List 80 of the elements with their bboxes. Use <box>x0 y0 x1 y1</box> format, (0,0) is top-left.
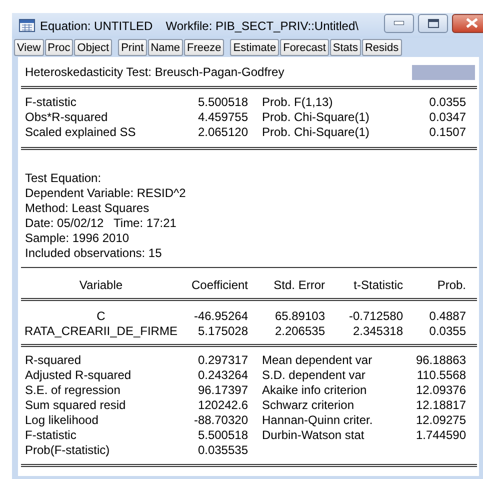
stat-label: S.D. dependent var <box>261 368 366 383</box>
table-cell-text: C <box>96 309 106 324</box>
stat-value: 96.18863 <box>414 353 467 368</box>
info-line: Test Equation: <box>25 171 102 186</box>
table-cell-text: -46.95264 <box>192 309 248 324</box>
column-header: Prob. <box>436 278 467 293</box>
workfile-title: Workfile: PIB_SECT_PRIV::Untitled\ <box>166 18 358 32</box>
stat-value: 12.09376 <box>414 383 467 398</box>
stat-value: 12.09275 <box>414 413 467 428</box>
maximize-button[interactable] <box>418 14 448 32</box>
prob-value: 0.1507 <box>428 125 467 140</box>
table-cell-text: 2.206535 <box>274 324 326 339</box>
prob-value: 0.0347 <box>428 110 467 125</box>
stat-value: 110.5568 <box>416 368 467 383</box>
column-header: Variable <box>78 278 124 293</box>
column-header: Std. Error <box>272 278 326 293</box>
close-button[interactable] <box>452 14 483 32</box>
table-cell-text: 0.4887 <box>428 309 467 324</box>
window-icon <box>19 19 35 32</box>
table-cell-text: RATA_CREARII_DE_FIRME <box>24 324 178 339</box>
selection-highlight <box>412 65 475 80</box>
stat-label: Hannan-Quinn criter. <box>261 413 374 428</box>
toolbar-button[interactable]: Forecast <box>280 39 329 56</box>
stat-value: 120242.6 <box>196 398 248 413</box>
stat-label: Mean dependent var <box>261 353 374 368</box>
stat-label: F-statistic <box>24 428 78 443</box>
info-line: Dependent Variable: RESID^2 <box>25 186 187 201</box>
stat-label: Adjusted R-squared <box>24 368 132 383</box>
toolbar-button[interactable]: Print <box>118 39 147 56</box>
stat-value: 1.744590 <box>414 428 467 443</box>
toolbar-button[interactable]: Estimate <box>230 39 280 56</box>
stat-label: R-squared <box>24 353 82 368</box>
stat-value: 12.18817 <box>414 398 467 413</box>
table-cell-text: -0.712580 <box>348 309 403 324</box>
stat-value: 2.065120 <box>196 125 248 140</box>
test-title: Heteroskedasticity Test: Breusch-Pagan-Godfrey <box>25 65 284 80</box>
minimize-button[interactable] <box>384 14 414 32</box>
stat-label: Akaike info criterion <box>261 383 368 398</box>
maximize-icon <box>428 18 438 28</box>
info-line: Method: Least Squares <box>25 201 150 216</box>
table-cell-text: 0.0355 <box>428 324 467 339</box>
toolbar-button[interactable]: Stats <box>330 39 361 56</box>
stat-label: Durbin-Watson stat <box>261 428 366 443</box>
column-header: Coefficient <box>190 278 248 293</box>
toolbar-button[interactable]: View <box>14 39 44 56</box>
stat-value: 4.459755 <box>196 110 248 125</box>
stat-label: Scaled explained SS <box>24 125 137 140</box>
stat-value: -88.70320 <box>192 413 248 428</box>
stat-value: 0.035535 <box>196 443 248 458</box>
info-line: Date: 05/02/12 Time: 17:21 <box>25 216 178 231</box>
stat-value: 0.297317 <box>196 353 248 368</box>
minimize-icon <box>394 21 404 25</box>
info-line: Sample: 1996 2010 <box>25 231 130 246</box>
close-icon <box>466 18 478 28</box>
stat-label: Prob(F-statistic) <box>24 443 111 458</box>
info-line: Included observations: 15 <box>25 246 163 261</box>
toolbar-button[interactable]: Freeze <box>184 39 224 56</box>
stat-label: S.E. of regression <box>24 383 122 398</box>
toolbar-button[interactable]: Resids <box>362 39 402 56</box>
prob-label: Prob. F(1,13) <box>261 95 334 110</box>
table-cell-text: 2.345318 <box>352 324 403 339</box>
stat-label: Log likelihood <box>24 413 100 428</box>
toolbar-button[interactable]: Object <box>74 39 112 56</box>
stat-label: Schwarz criterion <box>261 398 356 413</box>
toolbar-button[interactable]: Name <box>148 39 184 56</box>
toolbar-button[interactable]: Proc <box>44 39 74 56</box>
stat-value: 5.500518 <box>196 95 248 110</box>
stat-value: 5.500518 <box>196 428 248 443</box>
prob-label: Prob. Chi-Square(1) <box>261 110 370 125</box>
table-cell-text: 5.175028 <box>196 324 248 339</box>
stat-value: 0.243264 <box>196 368 248 383</box>
stat-label: Sum squared resid <box>24 398 127 413</box>
prob-label: Prob. Chi-Square(1) <box>261 125 370 140</box>
prob-value: 0.0355 <box>428 95 467 110</box>
column-header: t-Statistic <box>352 278 403 293</box>
stat-label: F-statistic <box>24 95 78 110</box>
table-cell-text: 65.89103 <box>274 309 326 324</box>
stat-value: 96.17397 <box>196 383 248 398</box>
stat-label: Obs*R-squared <box>24 110 109 125</box>
window-title: Equation: UNTITLED <box>40 18 153 32</box>
